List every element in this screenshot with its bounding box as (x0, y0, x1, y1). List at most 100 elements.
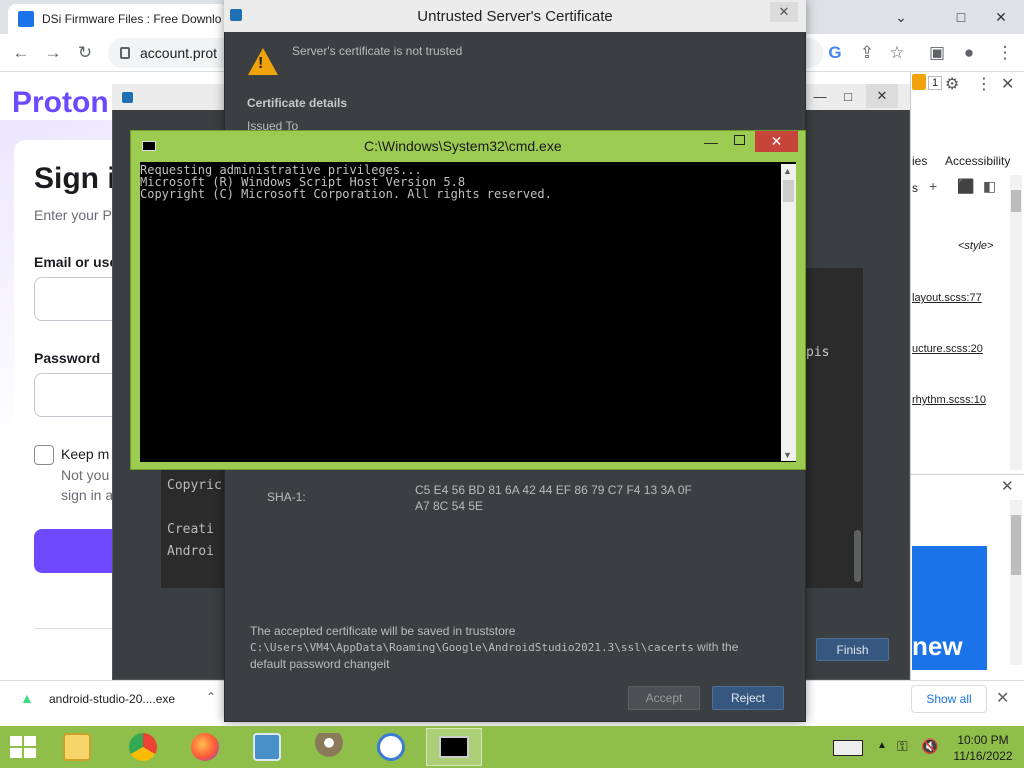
installer-taskbar-button[interactable] (306, 728, 352, 766)
console-scrollbar[interactable] (854, 530, 861, 582)
styles-filter-suffix: s (912, 181, 918, 195)
start-pane-tr (24, 736, 36, 746)
android-studio-taskbar-button[interactable] (368, 728, 414, 766)
certificate-warning-text: Server's certificate is not trusted (292, 44, 463, 58)
profile-avatar-icon[interactable]: ● (956, 40, 982, 66)
back-arrow-icon[interactable]: ← (8, 40, 34, 66)
keyboard-icon[interactable] (833, 740, 863, 756)
browser-tab[interactable]: DSi Firmware Files : Free Downlo (8, 4, 228, 34)
control-panel-taskbar-button[interactable] (244, 728, 290, 766)
window-close-button[interactable]: ✕ (978, 0, 1024, 34)
cmd-console[interactable] (140, 162, 796, 462)
tab-accessibility[interactable]: Accessibility (945, 154, 1010, 168)
address-bar-url: account.prot (140, 45, 218, 61)
as-partial-text: pis (806, 345, 830, 360)
taskbar-clock[interactable]: 10:00 PM 11/16/2022 (952, 732, 1014, 764)
network-icon[interactable]: ⚿ (897, 738, 908, 755)
password-field[interactable] (34, 373, 124, 417)
certificate-details-heading: Certificate details (247, 96, 348, 110)
truststore-password-note: default password changeit (250, 657, 390, 671)
proton-logo: Proton (12, 86, 109, 119)
drawer-close-icon[interactable]: ✕ (1001, 477, 1014, 495)
forward-arrow-icon[interactable]: → (40, 40, 66, 66)
devtools-menu-icon[interactable]: ⋮ (976, 74, 992, 94)
firefox-icon (191, 733, 219, 761)
scroll-up-arrow-icon[interactable]: ▲ (783, 166, 792, 176)
dialog-app-icon (230, 9, 242, 21)
signin-subtitle: Enter your P (34, 207, 112, 223)
firefox-taskbar-button[interactable] (182, 728, 228, 766)
devtools-close-icon[interactable]: ✕ (1001, 74, 1014, 94)
cmd-window-title: C:\Windows\System32\cmd.exe (364, 138, 562, 154)
cmd-scroll-thumb[interactable] (783, 180, 794, 202)
chevron-up-icon[interactable]: ⌃ (206, 690, 216, 704)
bookmark-star-icon[interactable]: ☆ (884, 40, 910, 66)
show-all-button[interactable]: Show all (911, 685, 987, 713)
control-panel-icon (253, 733, 281, 761)
ad-banner-text: new (912, 631, 963, 661)
devtools-scrollbar[interactable] (1010, 175, 1022, 470)
warning-exclamation: ! (258, 55, 264, 72)
cmd-line-3: Copyright (C) Microsoft Corporation. All… (140, 187, 552, 201)
start-pane-bl (10, 748, 22, 758)
cmd-maximize-button[interactable] (734, 135, 745, 145)
style-source-tag: <style> (958, 240, 994, 252)
devtools-scroll-thumb[interactable] (1011, 190, 1021, 212)
installer-icon (315, 733, 343, 761)
devtools-divider (910, 474, 1024, 475)
accept-button[interactable]: Accept (628, 686, 700, 710)
paint-icon[interactable]: ⬛ (957, 178, 974, 195)
cmd-close-button[interactable]: ✕ (755, 131, 798, 152)
cmd-minimize-button[interactable]: — (704, 134, 718, 150)
lock-icon (120, 47, 130, 59)
certificate-close-button[interactable]: ✕ (770, 2, 798, 22)
share-icon[interactable]: ⇪ (854, 40, 880, 66)
windows-start-button[interactable] (10, 736, 38, 760)
file-explorer-taskbar-button[interactable] (54, 728, 100, 766)
google-icon[interactable]: G (822, 40, 848, 66)
tab-properties[interactable]: ies (912, 154, 927, 168)
truststore-with: with the (693, 640, 739, 654)
cmd-taskbar-button[interactable] (426, 728, 482, 766)
source-link-structure[interactable]: ucture.scss:20 (912, 343, 983, 355)
finish-button[interactable]: Finish (816, 638, 889, 661)
sha1-value-line-1: C5 E4 56 BD 81 6A 42 44 EF 86 79 C7 F4 1… (415, 483, 692, 497)
chrome-icon (129, 733, 157, 761)
signin-title: Sign i (34, 162, 116, 195)
browser-menu-icon[interactable]: ⋮ (992, 40, 1018, 66)
site-favicon-icon (18, 11, 34, 27)
tab-search-icon[interactable]: ⌄ (878, 0, 924, 34)
sign-in-button[interactable] (34, 529, 124, 573)
issues-count[interactable]: 1 (928, 76, 943, 90)
email-label: Email or use (34, 254, 118, 270)
keep-signed-in-hint-2: sign in a (61, 487, 114, 503)
cmd-icon (142, 141, 156, 151)
drawer-scroll-thumb[interactable] (1011, 515, 1021, 575)
reject-button[interactable]: Reject (712, 686, 784, 710)
as-maximize-button[interactable]: □ (832, 84, 864, 108)
toggle-sidebar-icon[interactable]: ◧ (983, 178, 996, 195)
sha1-value-line-2: A7 8C 54 5E (415, 499, 484, 513)
download-filename[interactable]: android-studio-20....exe (49, 692, 175, 706)
downloads-close-icon[interactable]: ✕ (996, 688, 1009, 708)
settings-gear-icon[interactable]: ⚙ (945, 74, 959, 94)
volume-muted-icon[interactable]: 🔇 (921, 738, 938, 755)
console-line-copyright: Copyric (167, 478, 222, 493)
add-rule-icon[interactable]: + (929, 178, 937, 194)
as-close-button[interactable]: ✕ (866, 84, 898, 108)
clock-date: 11/16/2022 (953, 749, 1013, 763)
password-label: Password (34, 350, 101, 366)
clock-time: 10:00 PM (957, 733, 1009, 747)
chrome-taskbar-button[interactable] (120, 728, 166, 766)
scroll-down-arrow-icon[interactable]: ▼ (783, 450, 792, 460)
show-hidden-icons-icon[interactable]: ▲ (877, 740, 887, 751)
side-panel-icon[interactable]: ▣ (924, 40, 950, 66)
keep-signed-in-checkbox[interactable] (34, 445, 54, 465)
source-link-rhythm[interactable]: rhythm.scss:10 (912, 394, 986, 406)
issues-icon[interactable] (912, 74, 926, 90)
email-field[interactable] (34, 277, 124, 321)
source-link-layout[interactable]: layout.scss:77 (912, 292, 982, 304)
cmd-scrollbar[interactable] (781, 164, 796, 461)
ad-banner[interactable]: new (912, 546, 987, 670)
reload-icon[interactable]: ↻ (72, 40, 98, 66)
